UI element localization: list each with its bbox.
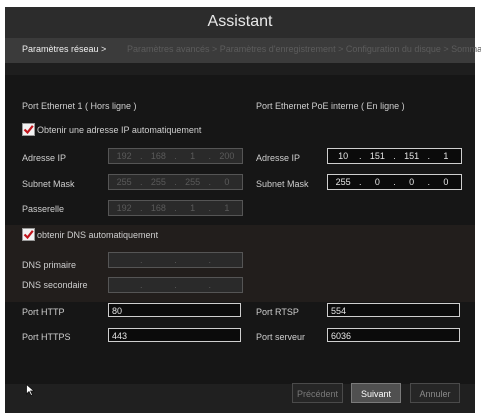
dns-primary-field[interactable]: ...: [108, 252, 243, 268]
next-button[interactable]: Suivant: [351, 383, 401, 403]
poe-ip-label: Adresse IP: [256, 153, 301, 163]
checkmark-icon: [23, 125, 34, 135]
title-bar: Assistant: [5, 7, 475, 38]
ethernet1-header: Port Ethernet 1 ( Hors ligne ): [22, 101, 137, 111]
auto-dns-checkbox[interactable]: [22, 228, 35, 241]
breadcrumb-current: Paramètres réseau >: [22, 44, 107, 54]
checkmark-icon: [23, 230, 34, 240]
auto-ip-checkbox[interactable]: [22, 123, 35, 136]
dns-secondary-field[interactable]: ...: [108, 277, 243, 293]
breadcrumb: Paramètres réseau > Paramètres avancés >…: [5, 38, 481, 63]
server-port-input[interactable]: 6036: [327, 328, 460, 342]
rtsp-port-label: Port RTSP: [256, 307, 299, 317]
http-port-input[interactable]: 80: [108, 303, 241, 317]
http-port-label: Port HTTP: [22, 307, 65, 317]
rtsp-port-input[interactable]: 554: [327, 303, 460, 317]
poe-ip-field[interactable]: 10. 151. 151. 1: [327, 148, 462, 164]
previous-button[interactable]: Précédent: [292, 383, 343, 403]
eth1-ip-label: Adresse IP: [22, 153, 67, 163]
auto-ip-label: Obtenir une adresse IP automatiquement: [37, 125, 202, 135]
auto-dns-label: obtenir DNS automatiquement: [37, 230, 159, 240]
eth1-gateway-field[interactable]: 192. 168. 1. 1: [108, 200, 243, 216]
eth1-mask-label: Subnet Mask: [22, 179, 75, 189]
content-top-strip: [5, 63, 475, 75]
window-title: Assistant: [207, 13, 273, 30]
cancel-button[interactable]: Annuler: [410, 383, 460, 403]
wizard-window: Assistant Paramètres réseau > Paramètres…: [5, 7, 481, 413]
mouse-cursor-icon: [26, 384, 35, 396]
eth1-mask-field[interactable]: 255. 255. 255. 0: [108, 174, 243, 190]
breadcrumb-rest: Paramètres avancés > Paramètres d'enregi…: [127, 44, 481, 54]
https-port-input[interactable]: 443: [108, 328, 241, 342]
dns-primary-label: DNS primaire: [22, 260, 77, 270]
poe-mask-field[interactable]: 255. 0. 0. 0: [327, 174, 462, 190]
poe-mask-label: Subnet Mask: [256, 179, 309, 189]
dns-secondary-label: DNS secondaire: [22, 280, 88, 290]
eth1-gateway-label: Passerelle: [22, 204, 65, 214]
server-port-label: Port serveur: [256, 332, 306, 342]
eth1-ip-field[interactable]: 192. 168. 1. 200: [108, 148, 243, 164]
footer-bar: [5, 384, 475, 413]
https-port-label: Port HTTPS: [22, 332, 71, 342]
poe-header: Port Ethernet PoE interne ( En ligne ): [256, 101, 405, 111]
